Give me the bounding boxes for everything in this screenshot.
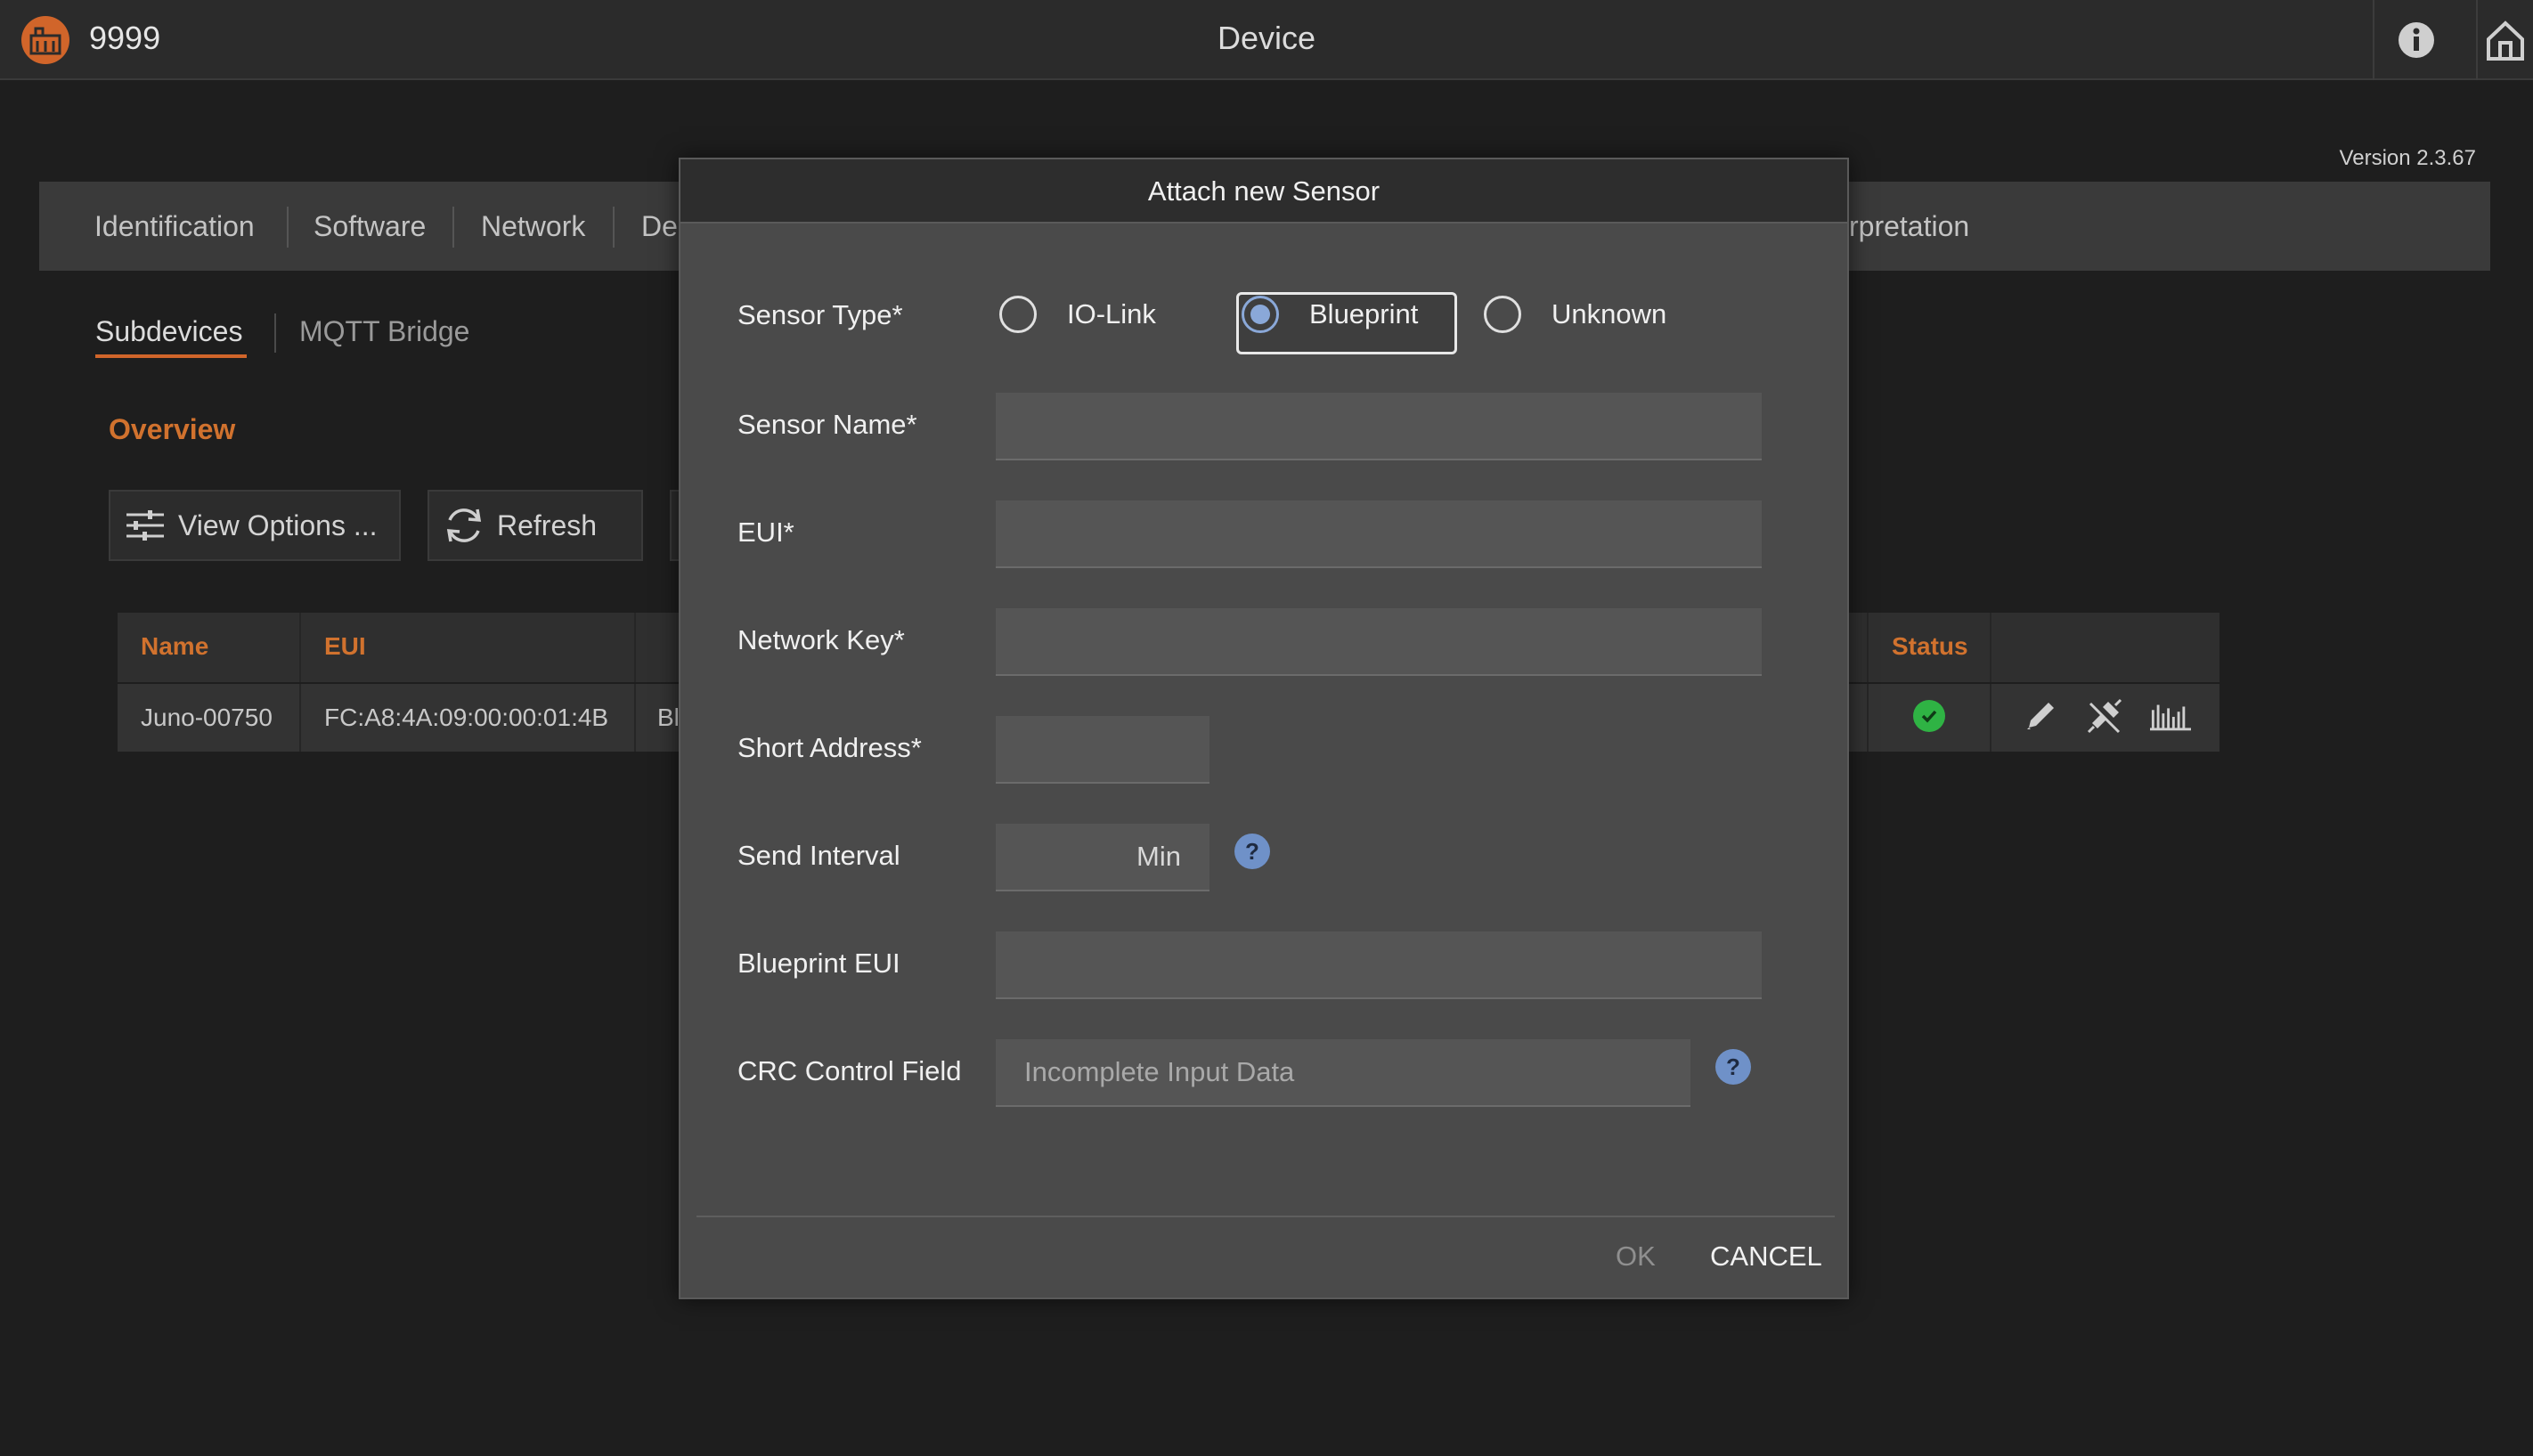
cell-eui: FC:A8:4A:09:00:00:01:4B <box>324 704 609 731</box>
tab-identification[interactable]: Identification <box>94 210 255 243</box>
tab-interpretation[interactable]: rpretation <box>1849 210 1969 243</box>
version-label: Version 2.3.67 <box>2339 146 2476 170</box>
eui-label: EUI* <box>737 517 794 548</box>
divider <box>452 207 454 248</box>
view-options-button[interactable]: View Options ... <box>109 490 401 561</box>
detach-icon[interactable] <box>2084 696 2125 736</box>
home-icon[interactable] <box>2481 16 2529 64</box>
divider <box>1867 684 1869 752</box>
network-key-label: Network Key* <box>737 624 905 655</box>
short-address-label: Short Address* <box>737 732 922 763</box>
dialog-title: Attach new Sensor <box>680 159 1847 224</box>
page-title: Device <box>1217 20 1316 56</box>
divider <box>634 684 636 752</box>
tab-subdevices[interactable]: Subdevices <box>95 315 242 348</box>
pencil-icon[interactable] <box>2020 696 2061 736</box>
send-interval-input[interactable]: Min <box>996 824 1209 891</box>
refresh-label: Refresh <box>497 508 598 541</box>
radio-unknown[interactable] <box>1484 296 1521 333</box>
divider <box>299 613 301 682</box>
radio-blueprint[interactable] <box>1242 296 1279 333</box>
cell-type: Bl <box>657 704 680 731</box>
sensor-name-label: Sensor Name* <box>737 409 917 440</box>
divider <box>2476 0 2478 80</box>
divider <box>1867 613 1869 682</box>
column-header-eui[interactable]: EUI <box>324 632 366 661</box>
blueprint-eui-label: Blueprint EUI <box>737 948 900 979</box>
radio-io-link-label[interactable]: IO-Link <box>1067 298 1156 330</box>
blueprint-eui-input[interactable] <box>996 931 1762 999</box>
radio-blueprint-label[interactable]: Blueprint <box>1309 298 1418 330</box>
divider <box>696 1216 1835 1217</box>
divider <box>613 207 615 248</box>
refresh-icon <box>444 506 485 545</box>
help-icon[interactable]: ? <box>1715 1049 1751 1085</box>
divider <box>1990 613 1991 682</box>
network-key-input[interactable] <box>996 608 1762 676</box>
check-icon <box>1913 700 1945 732</box>
top-bar: 9999 Device <box>0 0 2533 80</box>
divider <box>274 313 276 353</box>
ok-button[interactable]: OK <box>1616 1240 1656 1273</box>
view-options-label: View Options ... <box>178 508 378 541</box>
refresh-button[interactable]: Refresh <box>428 490 643 561</box>
radio-io-link[interactable] <box>999 296 1037 333</box>
crc-control-label: CRC Control Field <box>737 1055 962 1086</box>
sliders-icon <box>125 508 166 543</box>
short-address-input[interactable] <box>996 716 1209 784</box>
divider <box>2373 0 2374 80</box>
sensor-name-input[interactable] <box>996 393 1762 460</box>
tab-software[interactable]: Software <box>314 210 426 243</box>
divider <box>634 613 636 682</box>
cancel-button[interactable]: CANCEL <box>1710 1240 1822 1273</box>
info-icon[interactable] <box>2392 16 2440 64</box>
tab-network[interactable]: Network <box>481 210 585 243</box>
active-tab-indicator <box>95 354 247 358</box>
radio-unknown-label[interactable]: Unknown <box>1552 298 1666 330</box>
divider <box>299 684 301 752</box>
column-header-status[interactable]: Status <box>1892 632 1968 661</box>
tab-mqtt-bridge[interactable]: MQTT Bridge <box>299 315 469 348</box>
attach-sensor-dialog: Attach new Sensor Sensor Type* IO-Link B… <box>679 158 1849 1299</box>
sensor-type-label: Sensor Type* <box>737 299 903 330</box>
help-icon[interactable]: ? <box>1234 834 1270 869</box>
crc-control-field: Incomplete Input Data <box>996 1039 1690 1107</box>
column-header-name[interactable]: Name <box>141 632 208 661</box>
eui-input[interactable] <box>996 500 1762 568</box>
divider <box>287 207 289 248</box>
send-interval-unit: Min <box>1136 841 1181 872</box>
cell-name: Juno-00750 <box>141 704 273 731</box>
send-interval-label: Send Interval <box>737 840 900 871</box>
section-title: Overview <box>109 413 236 445</box>
tab-device[interactable]: De <box>641 210 678 243</box>
chart-icon[interactable] <box>2150 696 2191 736</box>
divider <box>1990 684 1991 752</box>
